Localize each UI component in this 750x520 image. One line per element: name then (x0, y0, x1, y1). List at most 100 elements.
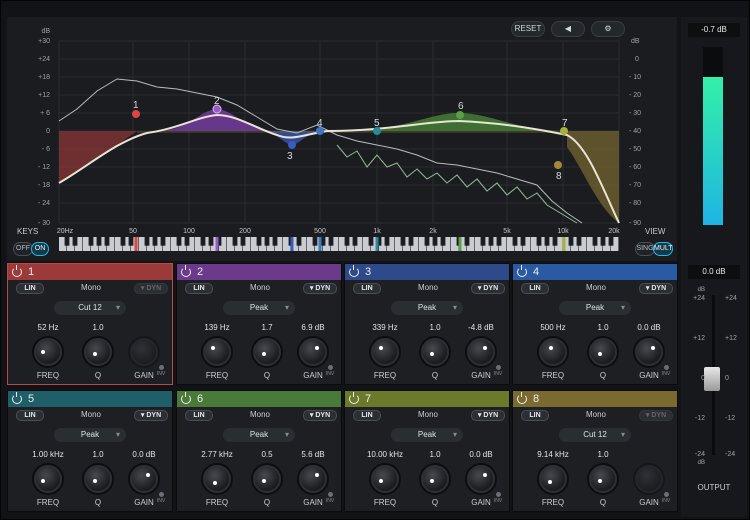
filter-type-select[interactable]: Peak (223, 428, 295, 442)
dyn-button[interactable]: ▾ DYN (639, 410, 673, 421)
invert-toggle[interactable]: INV (156, 365, 166, 377)
reset-button[interactable]: RESET (511, 21, 545, 37)
keys-off-toggle[interactable]: OFF (13, 242, 33, 256)
invert-toggle[interactable]: INV (156, 492, 166, 504)
lin-button[interactable]: LIN (185, 283, 213, 294)
dyn-button[interactable]: ▾ DYN (471, 410, 505, 421)
view-mult-toggle[interactable]: MULT (653, 242, 673, 256)
q-value[interactable]: 1.0 (76, 323, 120, 332)
channel-mode[interactable]: Mono (573, 283, 619, 292)
lin-button[interactable]: LIN (521, 410, 549, 421)
power-icon[interactable] (517, 265, 527, 277)
q-knob[interactable] (253, 338, 281, 366)
channel-mode[interactable]: Mono (405, 410, 451, 419)
lin-button[interactable]: LIN (353, 410, 381, 421)
freq-value[interactable]: 139 Hz (195, 323, 239, 332)
invert-toggle[interactable]: INV (325, 365, 335, 377)
q-knob[interactable] (253, 465, 281, 493)
power-icon[interactable] (181, 265, 191, 277)
q-knob[interactable] (421, 338, 449, 366)
q-value[interactable]: 1.0 (413, 323, 457, 332)
gain-value[interactable]: 0.0 dB (459, 450, 503, 459)
lin-button[interactable]: LIN (16, 283, 44, 294)
freq-value[interactable]: 339 Hz (363, 323, 407, 332)
q-knob[interactable] (589, 465, 617, 493)
gain-knob[interactable] (467, 338, 495, 366)
filter-type-select[interactable]: Peak (391, 428, 463, 442)
speaker-button[interactable]: ◀ (551, 21, 585, 37)
freq-knob[interactable] (371, 465, 399, 493)
q-knob[interactable] (84, 465, 112, 493)
channel-mode[interactable]: Mono (405, 283, 451, 292)
freq-value[interactable]: 52 Hz (26, 323, 70, 332)
dyn-button[interactable]: ▾ DYN (303, 410, 337, 421)
lin-button[interactable]: LIN (353, 283, 381, 294)
filter-type-select[interactable]: Peak (223, 301, 295, 315)
gain-value[interactable]: 0.0 dB (122, 450, 166, 459)
dyn-button[interactable]: ▾ DYN (303, 283, 337, 294)
lin-button[interactable]: LIN (185, 410, 213, 421)
invert-toggle[interactable]: INV (661, 365, 671, 377)
q-value[interactable]: 1.0 (413, 450, 457, 459)
q-knob[interactable] (589, 338, 617, 366)
gain-knob[interactable] (130, 465, 158, 493)
lin-button[interactable]: LIN (16, 410, 44, 421)
power-icon[interactable] (349, 392, 359, 404)
freq-knob[interactable] (203, 338, 231, 366)
freq-value[interactable]: 10.00 kHz (363, 450, 407, 459)
filter-type-select[interactable]: Peak (391, 301, 463, 315)
gain-knob[interactable] (130, 338, 158, 366)
channel-mode[interactable]: Mono (68, 283, 114, 292)
invert-toggle[interactable]: INV (661, 492, 671, 504)
filter-type-select[interactable]: Peak (54, 428, 126, 442)
power-icon[interactable] (349, 265, 359, 277)
filter-type-select[interactable]: Peak (559, 301, 631, 315)
q-knob[interactable] (84, 338, 112, 366)
gain-value[interactable]: 0.0 dB (627, 323, 671, 332)
freq-knob[interactable] (203, 465, 231, 493)
filter-type-select[interactable]: Cut 12 (54, 301, 126, 315)
invert-toggle[interactable]: INV (493, 365, 503, 377)
dyn-button[interactable]: ▾ DYN (134, 283, 168, 294)
settings-button[interactable]: ⚙ (591, 21, 625, 37)
freq-value[interactable]: 500 Hz (531, 323, 575, 332)
gain-value[interactable]: -4.8 dB (459, 323, 503, 332)
q-value[interactable]: 0.5 (245, 450, 289, 459)
freq-knob[interactable] (371, 338, 399, 366)
gain-value[interactable]: 5.6 dB (291, 450, 335, 459)
lin-button[interactable]: LIN (521, 283, 549, 294)
freq-value[interactable]: 2.77 kHz (195, 450, 239, 459)
q-knob[interactable] (421, 465, 449, 493)
gain-knob[interactable] (635, 465, 663, 493)
power-icon[interactable] (12, 265, 22, 277)
q-value[interactable]: 1.0 (581, 323, 625, 332)
view-sing-toggle[interactable]: SING (635, 242, 655, 256)
freq-value[interactable]: 9.14 kHz (531, 450, 575, 459)
q-value[interactable]: 1.7 (245, 323, 289, 332)
power-icon[interactable] (181, 392, 191, 404)
freq-knob[interactable] (539, 465, 567, 493)
dyn-button[interactable]: ▾ DYN (134, 410, 168, 421)
output-fader-handle[interactable] (704, 367, 720, 391)
channel-mode[interactable]: Mono (573, 410, 619, 419)
gain-knob[interactable] (467, 465, 495, 493)
gain-knob[interactable] (299, 465, 327, 493)
keys-on-toggle[interactable]: ON (31, 242, 49, 256)
output-gain-readout[interactable]: 0.0 dB (688, 265, 740, 279)
freq-knob[interactable] (34, 338, 62, 366)
dyn-button[interactable]: ▾ DYN (639, 283, 673, 294)
gain-knob[interactable] (635, 338, 663, 366)
filter-type-select[interactable]: Cut 12 (559, 428, 631, 442)
eq-curve-display[interactable]: 1 2 3 4 5 6 7 8 dB +30 +24 +18 +12 + 6 0… (7, 17, 677, 261)
q-value[interactable]: 1.0 (581, 450, 625, 459)
invert-toggle[interactable]: INV (493, 492, 503, 504)
power-icon[interactable] (12, 392, 22, 404)
gain-knob[interactable] (299, 338, 327, 366)
channel-mode[interactable]: Mono (68, 410, 114, 419)
freq-knob[interactable] (34, 465, 62, 493)
power-icon[interactable] (517, 392, 527, 404)
q-value[interactable]: 1.0 (76, 450, 120, 459)
channel-mode[interactable]: Mono (237, 283, 283, 292)
dyn-button[interactable]: ▾ DYN (471, 283, 505, 294)
freq-knob[interactable] (539, 338, 567, 366)
